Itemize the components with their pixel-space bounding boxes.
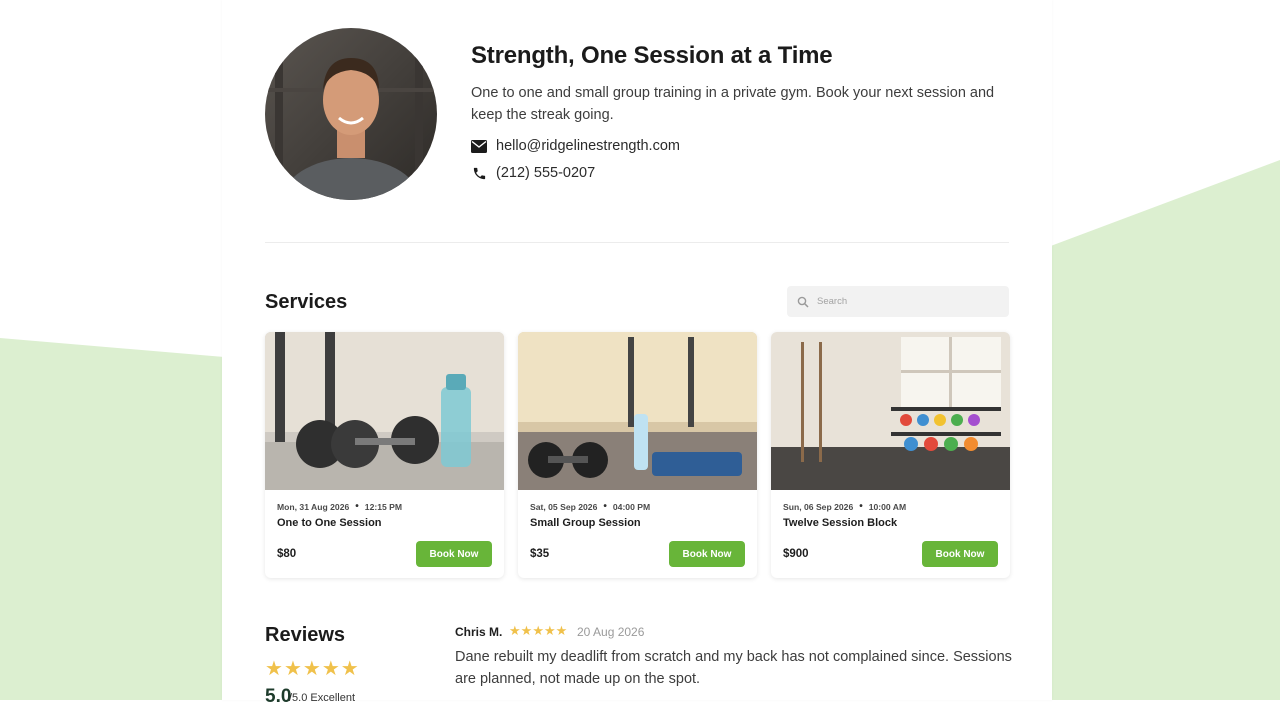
service-date: Sat, 05 Sep 2026 bbox=[530, 501, 598, 512]
envelope-icon bbox=[471, 138, 487, 154]
contact-phone[interactable]: (212) 555-0207 bbox=[471, 165, 595, 181]
star-icon: ★ bbox=[321, 658, 340, 680]
service-time: 12:15 PM bbox=[364, 501, 403, 512]
book-now-button[interactable]: Book Now bbox=[416, 541, 492, 567]
overall-score-label: /5.0 Excellent bbox=[289, 692, 356, 704]
separator-dot: • bbox=[859, 501, 863, 512]
review-date: 20 Aug 2026 bbox=[577, 625, 645, 639]
service-time: 04:00 PM bbox=[612, 501, 651, 512]
service-name: Small Group Session bbox=[530, 517, 641, 529]
phone-text[interactable]: (212) 555-0207 bbox=[496, 165, 595, 181]
service-name: One to One Session bbox=[277, 517, 382, 529]
review-author: Chris M. bbox=[455, 625, 503, 639]
service-image-dumbbells bbox=[265, 332, 504, 490]
star-icon: ★ bbox=[555, 623, 568, 638]
star-icon: ★ bbox=[302, 658, 321, 680]
review-rating-stars: ★ ★ ★ ★ ★ bbox=[509, 624, 567, 638]
service-price: $35 bbox=[530, 548, 550, 560]
contact-email[interactable]: hello@ridgelinestrength.com bbox=[471, 138, 680, 154]
services-heading: Services bbox=[265, 291, 348, 313]
service-time: 10:00 AM bbox=[868, 501, 907, 512]
overall-rating-stars: ★ ★ ★ ★ ★ bbox=[265, 659, 359, 679]
service-card[interactable]: Sun, 06 Sep 2026 • 10:00 AM Twelve Sessi… bbox=[771, 332, 1010, 578]
star-icon: ★ bbox=[532, 623, 544, 638]
star-icon: ★ bbox=[265, 658, 283, 680]
service-card[interactable]: Sat, 05 Sep 2026 • 04:00 PM Small Group … bbox=[518, 332, 757, 578]
separator-dot: • bbox=[603, 501, 607, 512]
service-datetime: Sun, 06 Sep 2026 • 10:00 AM bbox=[783, 501, 906, 512]
service-datetime: Mon, 31 Aug 2026 • 12:15 PM bbox=[277, 501, 402, 512]
search-box[interactable] bbox=[787, 286, 1009, 317]
service-date: Mon, 31 Aug 2026 bbox=[277, 501, 350, 512]
phone-icon bbox=[471, 165, 487, 181]
service-datetime: Sat, 05 Sep 2026 • 04:00 PM bbox=[530, 501, 650, 512]
overall-score: 5.0 bbox=[265, 686, 292, 707]
service-card[interactable]: Mon, 31 Aug 2026 • 12:15 PM One to One S… bbox=[265, 332, 504, 578]
email-text[interactable]: hello@ridgelinestrength.com bbox=[496, 138, 680, 154]
book-now-button[interactable]: Book Now bbox=[669, 541, 745, 567]
trainer-avatar bbox=[265, 28, 437, 200]
service-image-kettlebells bbox=[771, 332, 1010, 490]
book-now-button[interactable]: Book Now bbox=[922, 541, 998, 567]
section-divider bbox=[265, 242, 1009, 243]
tagline: One to one and small group training in a… bbox=[471, 85, 995, 123]
page-title: Strength, One Session at a Time bbox=[471, 42, 833, 69]
page-container: Strength, One Session at a Time One to o… bbox=[222, 0, 1052, 707]
star-icon: ★ bbox=[283, 658, 302, 680]
star-icon: ★ bbox=[340, 658, 359, 680]
service-date: Sun, 06 Sep 2026 bbox=[783, 501, 854, 512]
service-price: $80 bbox=[277, 548, 297, 560]
reviews-heading: Reviews bbox=[265, 624, 346, 646]
service-price: $900 bbox=[783, 548, 809, 560]
review-text: Dane rebuilt my deadlift from scratch an… bbox=[455, 649, 1012, 687]
search-input[interactable] bbox=[815, 295, 999, 308]
separator-dot: • bbox=[355, 501, 359, 512]
star-icon: ★ bbox=[520, 623, 533, 638]
service-name: Twelve Session Block bbox=[783, 517, 898, 529]
search-icon bbox=[797, 296, 809, 308]
star-icon: ★ bbox=[543, 623, 556, 638]
star-icon: ★ bbox=[509, 623, 521, 638]
service-image-gym-floor bbox=[518, 332, 757, 490]
